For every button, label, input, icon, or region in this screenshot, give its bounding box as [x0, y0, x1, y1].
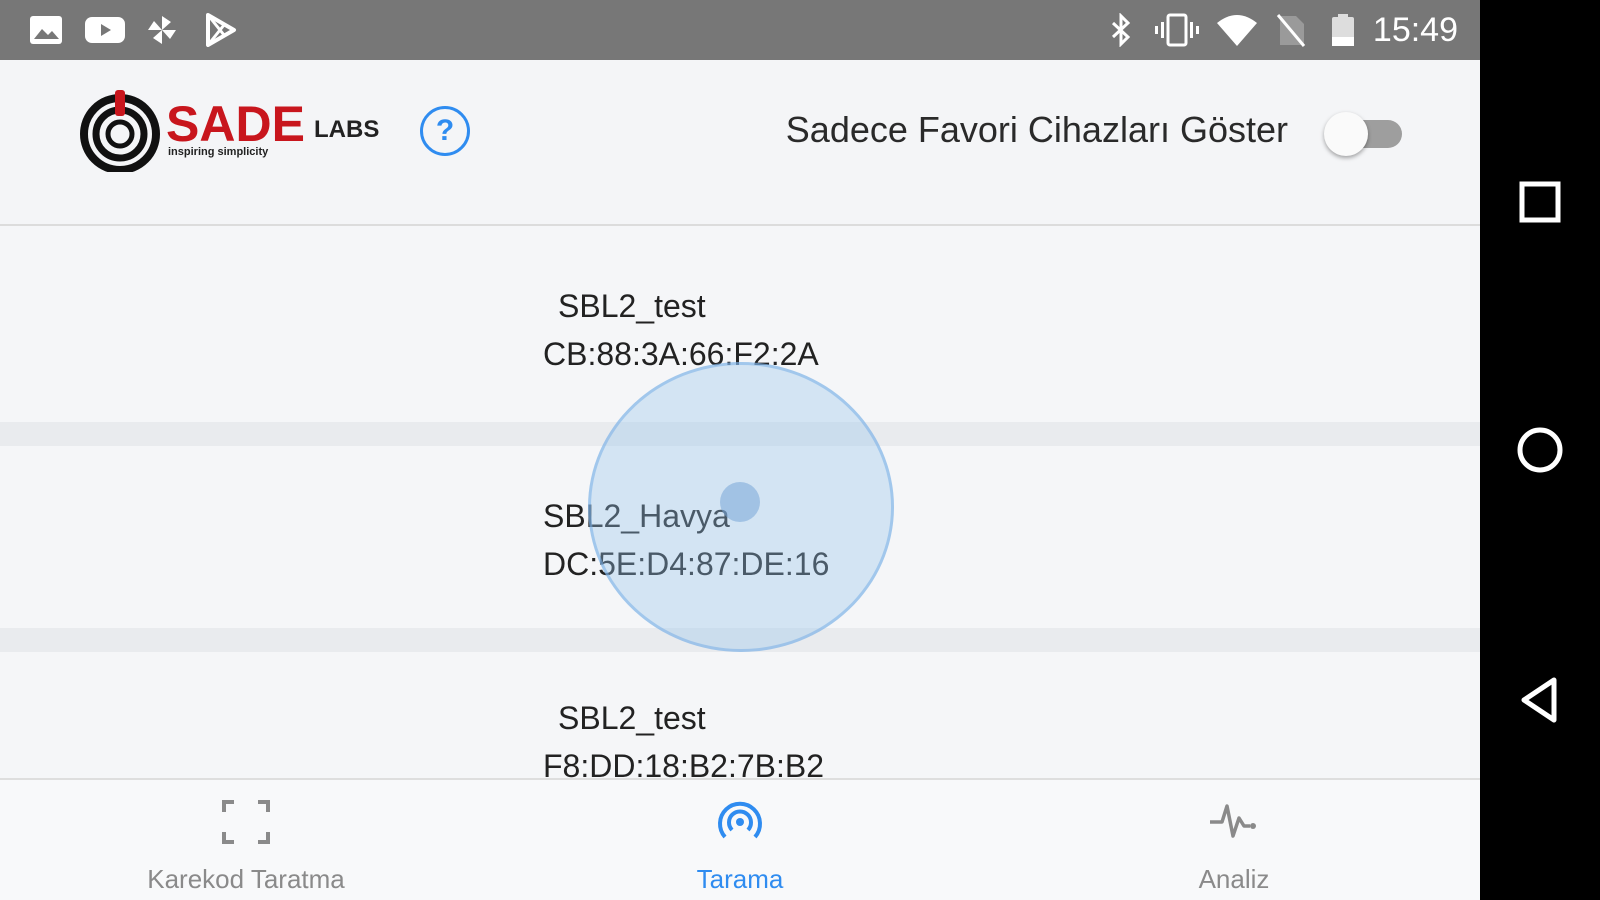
logo-tagline: inspiring simplicity — [168, 146, 269, 158]
device-name: SBL2_test — [558, 288, 706, 324]
bottom-tab-bar: Karekod Taratma Tarama Analiz — [0, 778, 1480, 900]
device-name: SBL2_Havya — [543, 498, 730, 534]
vibrate-icon — [1155, 13, 1199, 47]
sade-labs-logo: SADE LABS inspiring simplicity — [78, 88, 388, 176]
tab-analysis[interactable]: Analiz — [1084, 780, 1384, 900]
help-button[interactable]: ? — [420, 106, 470, 156]
image-icon — [30, 16, 62, 44]
no-sim-icon — [1276, 14, 1306, 47]
status-time: 15:49 — [1372, 11, 1458, 49]
radar-icon — [718, 801, 762, 839]
favorites-only-label: Sadece Favori Cihazları Göster — [785, 109, 1288, 150]
favorites-only-toggle[interactable] — [1324, 110, 1406, 156]
tab-qr-scan[interactable]: Karekod Taratma — [96, 780, 396, 900]
logo-brand-text: SADE — [166, 96, 305, 152]
logo-suffix-text: LABS — [314, 116, 380, 143]
device-row[interactable]: SBL2_test CB:88:3A:66:F2:2A — [0, 240, 1480, 422]
tab-label: Karekod Taratma — [147, 864, 345, 894]
row-divider — [0, 422, 1480, 446]
toggle-thumb — [1324, 112, 1368, 156]
recents-icon[interactable] — [1510, 172, 1570, 232]
wifi-icon — [1217, 15, 1257, 46]
system-nav-bar — [1480, 0, 1600, 900]
status-bar: 15:49 — [0, 0, 1480, 60]
device-address: CB:88:3A:66:F2:2A — [543, 336, 819, 372]
device-address: DC:5E:D4:87:DE:16 — [543, 546, 830, 582]
tab-scan[interactable]: Tarama — [590, 780, 890, 900]
youtube-icon — [85, 17, 125, 43]
play-store-icon — [206, 13, 236, 47]
device-address: F8:DD:18:B2:7B:B2 — [543, 748, 825, 780]
device-row[interactable]: SBL2_test F8:DD:18:B2:7B:B2 — [0, 652, 1480, 780]
battery-icon — [1332, 14, 1354, 46]
tab-label: Analiz — [1198, 864, 1270, 894]
device-row[interactable]: SBL2_Havya DC:5E:D4:87:DE:16 — [0, 446, 1480, 628]
qr-scan-icon — [222, 800, 270, 844]
back-icon[interactable] — [1510, 670, 1570, 730]
home-icon[interactable] — [1510, 420, 1570, 480]
pinwheel-icon — [148, 16, 176, 44]
row-divider — [0, 628, 1480, 652]
device-list: SBL2_test CB:88:3A:66:F2:2A SBL2_Havya D… — [0, 240, 1480, 780]
bluetooth-icon — [1111, 13, 1131, 47]
pulse-icon — [1210, 804, 1256, 838]
tab-label: Tarama — [696, 864, 784, 894]
device-name: SBL2_test — [558, 700, 706, 736]
power-logo-icon — [80, 90, 160, 172]
app-content: SADE LABS inspiring simplicity ? Sadece … — [0, 60, 1480, 900]
app-header: SADE LABS inspiring simplicity ? Sadece … — [0, 60, 1480, 226]
